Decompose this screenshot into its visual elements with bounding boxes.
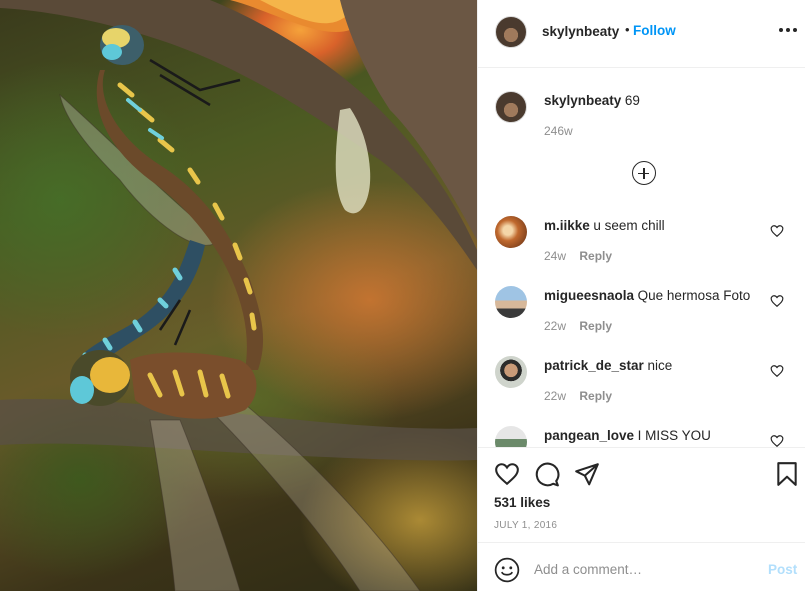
post-photo[interactable] (0, 0, 477, 591)
heart-icon[interactable] (770, 364, 784, 378)
dragonfly-photo-illustration (0, 0, 477, 591)
reply-button[interactable]: Reply (579, 319, 612, 333)
commenter-avatar[interactable] (495, 216, 527, 248)
comment-username[interactable]: m.iikke (544, 218, 590, 233)
comment-time[interactable]: 24w (544, 249, 566, 263)
heart-icon[interactable] (770, 224, 784, 238)
reply-button[interactable]: Reply (579, 389, 612, 403)
comment-item: pangean_love I MISS YOU (478, 426, 805, 447)
header-separator: • (625, 22, 630, 37)
caption-time[interactable]: 246w (544, 124, 573, 138)
more-horizontal-icon[interactable] (777, 18, 799, 42)
post-comment-button[interactable]: Post (768, 562, 797, 577)
comment-username[interactable]: migueesnaola (544, 288, 634, 303)
commenter-avatar[interactable] (495, 286, 527, 318)
bookmark-icon[interactable] (774, 461, 800, 487)
comment-item: patrick_de_star nice 22w Reply (478, 356, 805, 426)
post-actions: 531 likes JULY 1, 2016 (478, 447, 805, 541)
caption: skylynbeaty 69 (544, 93, 640, 108)
comment-time[interactable]: 22w (544, 319, 566, 333)
post-date[interactable]: JULY 1, 2016 (494, 520, 557, 531)
comment-input[interactable] (534, 558, 754, 580)
caption-text: 69 (624, 93, 640, 108)
add-comment-bar: Post (478, 542, 805, 591)
caption-avatar[interactable] (495, 91, 527, 123)
comments-list[interactable]: skylynbeaty 69 246w m.iikke u seem chill… (478, 69, 805, 447)
post-side-panel: skylynbeaty • Follow skylynbeaty 69 246w… (477, 0, 805, 591)
comment-text: Que hermosa Foto (637, 288, 751, 303)
follow-button[interactable]: Follow (633, 23, 676, 38)
smiley-icon[interactable] (494, 557, 520, 583)
paper-plane-icon[interactable] (574, 461, 600, 487)
comment-text: u seem chill (593, 218, 665, 233)
heart-icon[interactable] (770, 294, 784, 308)
comment-username[interactable]: patrick_de_star (544, 358, 644, 373)
heart-icon[interactable] (494, 461, 520, 487)
reply-button[interactable]: Reply (579, 249, 612, 263)
comment-icon[interactable] (534, 461, 560, 487)
comment-text: nice (647, 358, 673, 373)
comment-item: m.iikke u seem chill 24w Reply (478, 216, 805, 286)
comment-item: migueesnaola Que hermosa Foto 22w Reply (478, 286, 805, 356)
heart-icon[interactable] (770, 434, 784, 447)
comment-username[interactable]: pangean_love (544, 428, 634, 443)
commenter-avatar[interactable] (495, 426, 527, 447)
likes-count[interactable]: 531 likes (494, 495, 550, 510)
post-header: skylynbeaty • Follow (478, 0, 805, 68)
comment-time[interactable]: 22w (544, 389, 566, 403)
caption-username[interactable]: skylynbeaty (544, 93, 621, 108)
owner-username[interactable]: skylynbeaty (542, 24, 619, 39)
comment-text: I MISS YOU (637, 428, 711, 443)
owner-avatar[interactable] (495, 16, 527, 48)
plus-circle-icon[interactable] (632, 161, 656, 185)
commenter-avatar[interactable] (495, 356, 527, 388)
